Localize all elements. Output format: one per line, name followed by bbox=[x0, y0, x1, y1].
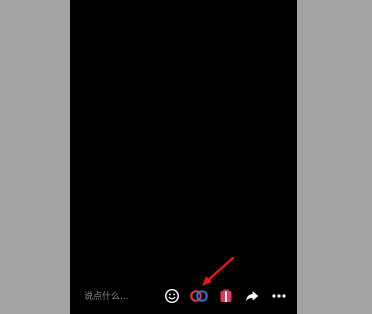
duet-icon bbox=[190, 290, 208, 302]
page-background: 说点什么... bbox=[0, 0, 372, 314]
comment-input[interactable]: 说点什么... bbox=[84, 287, 154, 307]
gift-icon bbox=[220, 289, 232, 302]
share-icon bbox=[246, 291, 259, 302]
share-button[interactable] bbox=[242, 286, 262, 306]
emoji-button[interactable] bbox=[162, 286, 182, 306]
bottom-action-bar: 说点什么... bbox=[70, 256, 297, 314]
video-screen[interactable]: 说点什么... bbox=[70, 0, 297, 314]
more-button[interactable] bbox=[269, 286, 289, 306]
pointer-arrow-annotation bbox=[202, 256, 235, 286]
more-icon bbox=[272, 294, 286, 298]
emoji-icon bbox=[164, 288, 180, 304]
